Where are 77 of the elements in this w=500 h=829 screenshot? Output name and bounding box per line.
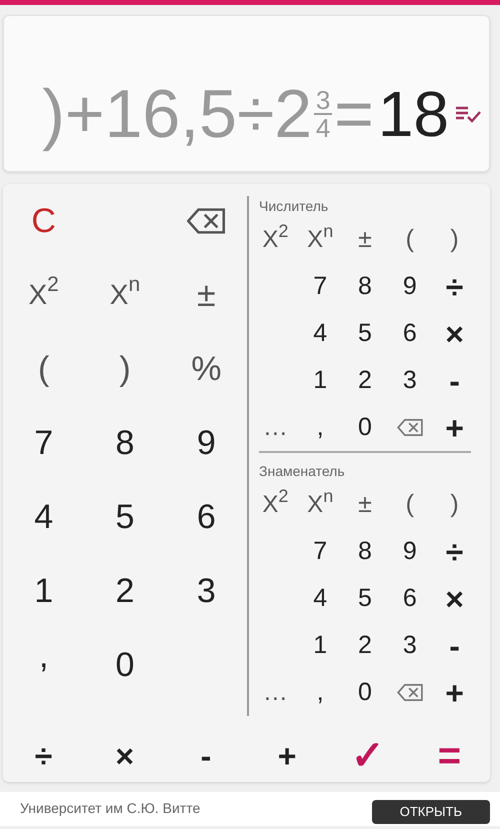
- calculator-key[interactable]: X$^{2}$: [253, 481, 298, 528]
- calculator-key[interactable]: 2: [342, 622, 388, 669]
- backspace-icon: [187, 208, 226, 234]
- calculator-key[interactable]: ,: [3, 628, 84, 702]
- calculator-key[interactable]: ÷: [432, 263, 477, 310]
- calculator-key[interactable]: ,: [298, 404, 343, 451]
- result-text: 18: [378, 82, 449, 146]
- calculator-key[interactable]: ×: [84, 716, 166, 796]
- calculator-key[interactable]: ×: [432, 575, 477, 622]
- calculator-key[interactable]: 1: [3, 554, 84, 628]
- action-key[interactable]: ✓: [328, 716, 409, 796]
- calculator-key[interactable]: -: [432, 357, 477, 404]
- calculator-key[interactable]: 6: [166, 480, 247, 554]
- calculator-key[interactable]: 0: [342, 669, 388, 716]
- calculator-key[interactable]: 2: [84, 554, 166, 628]
- ad-text: Университет им С.Ю. Витте: [20, 799, 200, 818]
- backspace-icon: [396, 684, 423, 701]
- calculator-key[interactable]: 9: [387, 263, 432, 310]
- fraction-text: 3 4: [314, 86, 332, 140]
- calculator-key[interactable]: ): [432, 481, 477, 528]
- calculator-key[interactable]: +: [246, 716, 328, 796]
- equals-sign: =: [334, 80, 374, 148]
- calculator-key[interactable]: ±: [166, 258, 247, 332]
- section-label: Знаменатель: [258, 462, 346, 481]
- calculator-key[interactable]: 4: [3, 480, 84, 554]
- calculator-key[interactable]: -: [432, 622, 477, 669]
- calculator-key[interactable]: 5: [84, 480, 166, 554]
- calculator-key[interactable]: X$^{2}$: [3, 258, 84, 332]
- calculator-key[interactable]: 6: [387, 310, 432, 357]
- calculator-key[interactable]: 7: [298, 263, 343, 310]
- calculator-key[interactable]: -: [165, 716, 246, 796]
- calculator-key[interactable]: ±: [342, 481, 388, 528]
- calculator-key[interactable]: 3: [387, 357, 432, 404]
- calculator-key[interactable]: C: [3, 184, 84, 258]
- calculator-key[interactable]: (: [387, 481, 432, 528]
- calculator-key[interactable]: 7: [298, 528, 343, 575]
- section-label: Числитель: [258, 197, 330, 216]
- history-icon[interactable]: [455, 104, 481, 122]
- calculator-key[interactable]: ÷: [3, 716, 84, 796]
- calculator-key[interactable]: 0: [84, 628, 166, 702]
- calculator-key[interactable]: 5: [342, 575, 388, 622]
- calculator-key[interactable]: …: [253, 669, 298, 716]
- calculator-key[interactable]: 9: [387, 528, 432, 575]
- calculator-key[interactable]: 8: [84, 406, 166, 480]
- calculator-key[interactable]: 5: [342, 310, 388, 357]
- calculator-key[interactable]: 3: [166, 554, 247, 628]
- calculator-key[interactable]: ×: [432, 310, 477, 357]
- calculator-key[interactable]: …: [253, 404, 298, 451]
- action-key[interactable]: =: [408, 716, 490, 796]
- calculator-key[interactable]: +: [432, 669, 477, 716]
- calculator-key[interactable]: X$^{n}$: [298, 481, 343, 528]
- calculator-key[interactable]: X$^{n}$: [298, 216, 343, 263]
- calculator-key[interactable]: 3: [387, 622, 432, 669]
- calculator-key[interactable]: 2: [342, 357, 388, 404]
- calculator-key[interactable]: 0: [342, 404, 388, 451]
- calculator-key[interactable]: (: [3, 332, 84, 406]
- backspace-icon: [396, 419, 423, 436]
- calculator-key[interactable]: 8: [342, 528, 388, 575]
- calculator-key[interactable]: ÷: [432, 528, 477, 575]
- calculator-key[interactable]: X$^{2}$: [253, 216, 298, 263]
- calculator-key[interactable]: 8: [342, 263, 388, 310]
- calculator-key[interactable]: ): [432, 216, 477, 263]
- calculator-key[interactable]: %: [166, 332, 247, 406]
- calculator-key[interactable]: 9: [166, 406, 247, 480]
- calculator-key[interactable]: 1: [298, 357, 343, 404]
- calculator-key[interactable]: ): [84, 332, 166, 406]
- calculator-key[interactable]: 7: [3, 406, 84, 480]
- calculator-key[interactable]: 4: [298, 575, 343, 622]
- calculator-key[interactable]: 4: [298, 310, 343, 357]
- calculator-key[interactable]: X$^{n}$: [84, 258, 166, 332]
- calculator-key[interactable]: +: [432, 404, 477, 451]
- calculator-key[interactable]: ,: [298, 669, 343, 716]
- open-button[interactable]: ОТКРЫТЬ: [372, 800, 490, 824]
- calculator-key[interactable]: 1: [298, 622, 343, 669]
- calculator-key[interactable]: ±: [342, 216, 388, 263]
- calculator-key[interactable]: 6: [387, 575, 432, 622]
- calculator-key[interactable]: (: [387, 216, 432, 263]
